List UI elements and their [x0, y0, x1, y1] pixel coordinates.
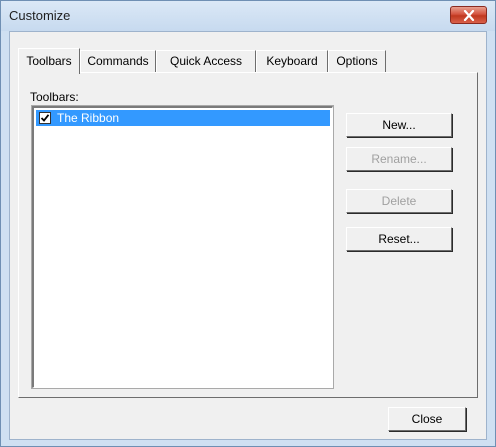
- tab-keyboard[interactable]: Keyboard: [256, 50, 328, 72]
- tab-quick-access[interactable]: Quick Access: [156, 50, 256, 72]
- rename-button[interactable]: Rename...: [346, 147, 452, 171]
- window-title: Customize: [9, 8, 71, 23]
- close-button[interactable]: Close: [388, 407, 466, 431]
- window-close-button[interactable]: [450, 6, 487, 24]
- title-bar[interactable]: Customize: [1, 1, 495, 31]
- new-button[interactable]: New...: [346, 113, 452, 137]
- dialog-body: Toolbars Commands Quick Access Keyboard …: [9, 31, 487, 440]
- reset-button[interactable]: Reset...: [346, 227, 452, 251]
- customize-dialog: Customize Toolbars Commands Quick Access…: [0, 0, 496, 447]
- tab-options[interactable]: Options: [328, 50, 386, 72]
- toolbars-listbox[interactable]: The Ribbon: [31, 105, 334, 389]
- delete-button[interactable]: Delete: [346, 189, 452, 213]
- checkmark-icon: [40, 114, 50, 122]
- list-item[interactable]: The Ribbon: [36, 110, 330, 126]
- toolbars-list-label: Toolbars:: [30, 90, 79, 104]
- tab-commands[interactable]: Commands: [80, 50, 156, 72]
- close-icon: [463, 10, 475, 21]
- list-item-label: The Ribbon: [57, 111, 120, 125]
- tab-toolbars[interactable]: Toolbars: [18, 48, 80, 74]
- ribbon-checkbox[interactable]: [39, 112, 51, 124]
